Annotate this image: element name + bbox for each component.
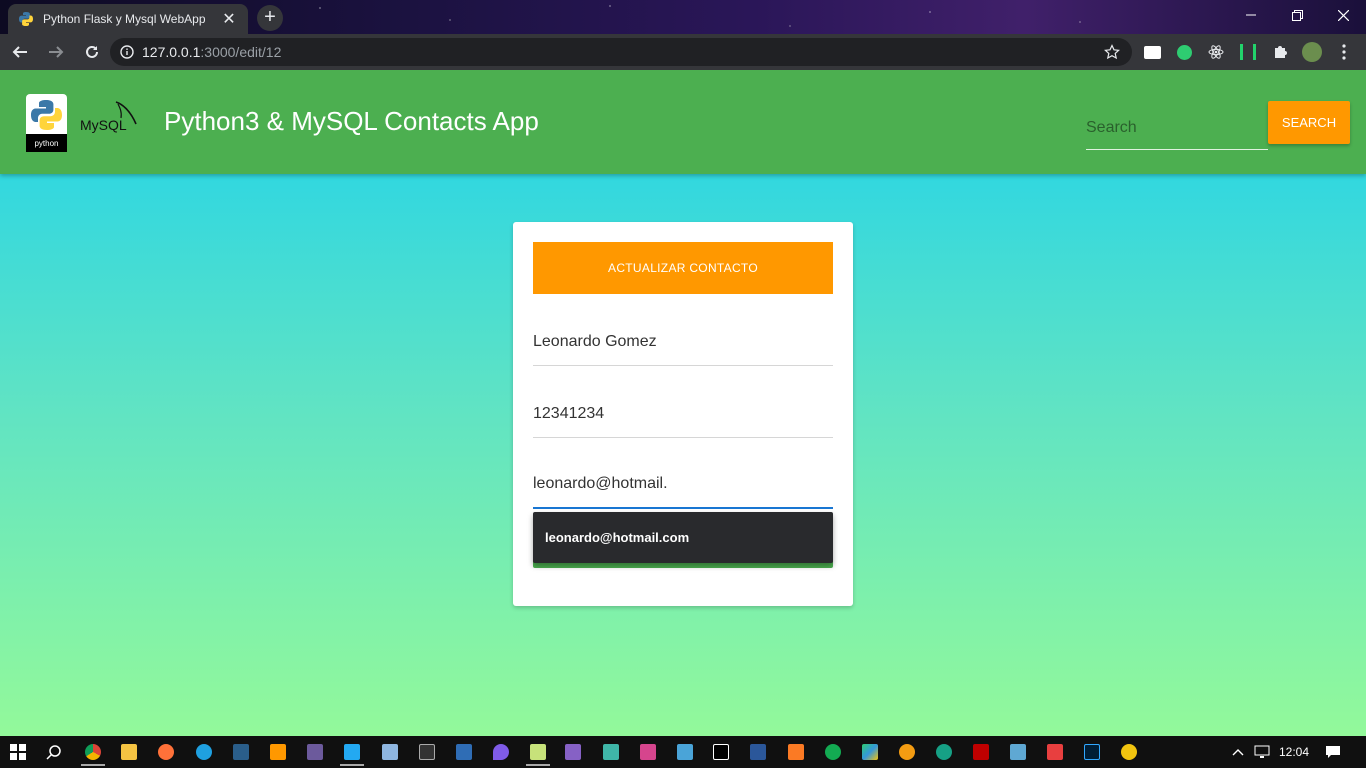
cmd-icon[interactable]	[415, 740, 439, 764]
autocomplete-suggestion[interactable]: leonardo@hotmail.com	[545, 530, 689, 545]
fullname-field[interactable]	[533, 318, 833, 366]
url-host: 127.0.0.1	[142, 44, 201, 60]
file-explorer-icon[interactable]	[117, 740, 141, 764]
xampp-icon[interactable]	[784, 740, 808, 764]
tab-close-icon[interactable]: ✕	[220, 9, 238, 29]
python-logo: python	[26, 94, 67, 152]
profile-avatar[interactable]	[1302, 42, 1322, 62]
firefox-icon[interactable]	[154, 740, 178, 764]
close-window-button[interactable]	[1320, 0, 1366, 30]
forward-button[interactable]	[40, 36, 72, 68]
new-tab-button[interactable]: +	[257, 5, 283, 31]
page-viewport: python MySQL Python3 & MySQL Contacts Ap…	[0, 70, 1366, 736]
email-field[interactable]	[533, 461, 833, 509]
terminal-app-icon[interactable]	[303, 740, 327, 764]
visual-studio-icon[interactable]	[561, 740, 585, 764]
powershell-icon[interactable]	[452, 740, 476, 764]
network-icon[interactable]	[1250, 740, 1274, 764]
extension-react-icon[interactable]	[1206, 42, 1226, 62]
app-compass-icon[interactable]	[1117, 740, 1141, 764]
tab-title: Python Flask y Mysql WebApp	[43, 12, 206, 26]
menu-kebab-icon[interactable]	[1334, 42, 1354, 62]
extension-shield-icon[interactable]	[1174, 42, 1194, 62]
app-orange-circle-icon[interactable]	[895, 740, 919, 764]
notifications-icon[interactable]	[1321, 740, 1345, 764]
forward-arrow-icon	[49, 46, 64, 58]
sublime-text-icon[interactable]	[266, 740, 290, 764]
browser-titlebar: Python Flask y Mysql WebApp ✕ +	[0, 0, 1366, 34]
address-bar[interactable]: 127.0.0.1:3000/edit/12	[110, 38, 1132, 66]
python-favicon-icon	[19, 12, 33, 26]
bookmark-star-icon[interactable]	[1104, 44, 1120, 60]
app-title: Python3 & MySQL Contacts App	[164, 106, 539, 136]
autocomplete-dropdown[interactable]: leonardo@hotmail.com	[533, 512, 833, 563]
chrome-taskbar-icon[interactable]	[81, 740, 105, 766]
app-pink-icon[interactable]	[636, 740, 660, 764]
filezilla-icon[interactable]	[969, 740, 993, 764]
extension-mplus-icon[interactable]	[1142, 42, 1162, 62]
notepad-icon[interactable]	[526, 740, 550, 766]
minimize-icon	[1246, 14, 1256, 16]
search-icon[interactable]	[42, 740, 66, 764]
app-cube-icon[interactable]	[599, 740, 623, 764]
search-input[interactable]	[1086, 106, 1268, 150]
extension-n-icon[interactable]	[1238, 42, 1258, 62]
card-title: ACTUALIZAR CONTACTO	[533, 242, 833, 294]
vscode-icon[interactable]	[340, 740, 364, 766]
browser-toolbar: 127.0.0.1:3000/edit/12	[0, 34, 1366, 70]
reload-button[interactable]	[76, 36, 108, 68]
python-logo-text: python	[34, 139, 58, 148]
search-button[interactable]: SEARCH	[1268, 101, 1350, 144]
phone-field[interactable]	[533, 390, 833, 438]
minimize-button[interactable]	[1228, 0, 1274, 30]
anydesk-icon[interactable]	[1043, 740, 1067, 764]
windows-taskbar: 12:04	[0, 736, 1366, 768]
app-multicolor-icon[interactable]	[858, 740, 882, 764]
tray-chevron-up-icon[interactable]	[1226, 740, 1250, 764]
info-icon[interactable]	[120, 45, 134, 59]
back-arrow-icon	[12, 46, 27, 58]
mysql-logo: MySQL	[80, 101, 137, 133]
app-if-icon[interactable]	[1006, 740, 1030, 764]
back-button[interactable]	[4, 36, 36, 68]
restore-icon	[1291, 9, 1303, 21]
word-icon[interactable]	[746, 740, 770, 764]
extensions-puzzle-icon[interactable]	[1270, 42, 1290, 62]
windows-start-icon[interactable]	[6, 740, 30, 764]
edge-icon[interactable]	[192, 740, 216, 764]
mongodb-icon[interactable]	[821, 740, 845, 764]
mysql-workbench-icon[interactable]	[229, 740, 253, 764]
app-navbar: python MySQL Python3 & MySQL Contacts Ap…	[0, 70, 1366, 174]
inkdrop-icon[interactable]	[489, 740, 513, 764]
browser-tab[interactable]: Python Flask y Mysql WebApp ✕	[8, 4, 248, 34]
mysql-logo-text: MySQL	[80, 117, 127, 133]
url-text: 127.0.0.1:3000/edit/12	[142, 44, 281, 60]
app-blue-doc-icon[interactable]	[673, 740, 697, 764]
restore-button[interactable]	[1274, 0, 1320, 30]
close-icon	[1337, 9, 1349, 21]
app-green-circle-icon[interactable]	[932, 740, 956, 764]
url-path: :3000/edit/12	[200, 44, 282, 60]
clock-time[interactable]: 12:04	[1279, 745, 1309, 759]
reload-icon	[86, 45, 98, 58]
virtualbox-icon[interactable]	[378, 740, 402, 764]
photoshop-icon[interactable]	[1080, 740, 1104, 764]
edit-contact-card: ACTUALIZAR CONTACTO leonardo@hotmail.com	[513, 222, 853, 606]
intellij-icon[interactable]	[709, 740, 733, 764]
